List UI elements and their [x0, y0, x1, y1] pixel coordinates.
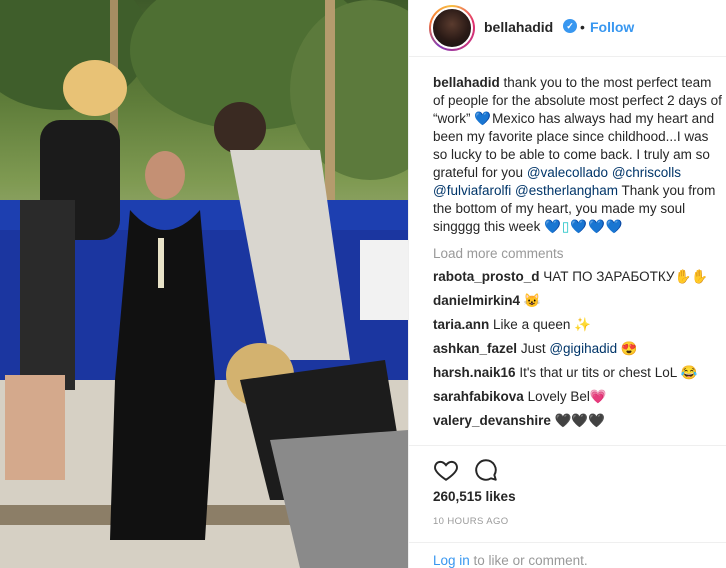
caption: bellahadid thank you to the most perfect…: [433, 74, 723, 236]
comment-username[interactable]: ashkan_fazel: [433, 341, 517, 356]
scroll-fade: [433, 434, 723, 444]
blue-heart-icon: 💙: [474, 111, 493, 126]
avatar[interactable]: [429, 5, 475, 51]
comment-item: ashkan_fazel Just @gigihadid 😍: [433, 340, 723, 357]
mention-link[interactable]: @fulviafarolfi: [433, 183, 511, 198]
caption-username[interactable]: bellahadid: [433, 75, 500, 90]
cat-emoji-icon: 😺: [523, 293, 541, 308]
blue-hearts-icon: 💙▯💙💙💙: [544, 219, 624, 234]
photo-illustration: [0, 0, 408, 568]
header-username[interactable]: bellahadid: [484, 19, 553, 35]
post-photo[interactable]: [0, 0, 408, 568]
comment-item: taria.ann Like a queen ✨: [433, 316, 723, 333]
comment-item: sarahfabikova Lovely Bel💗: [433, 388, 723, 405]
mention-link[interactable]: @chriscolls: [612, 165, 681, 180]
mention-link[interactable]: @gigihadid: [549, 341, 617, 356]
login-prompt: Log in to like or comment.: [409, 542, 726, 568]
heart-emoji-icon: 💗: [589, 389, 607, 404]
comment-text: Like a queen: [493, 317, 571, 332]
comment-text: ЧАТ ПО ЗАРАБОТКУ: [543, 269, 675, 284]
likes-count[interactable]: 260,515 likes: [433, 489, 516, 504]
comment-username[interactable]: danielmirkin4: [433, 293, 520, 308]
load-more-comments-button[interactable]: Load more comments: [433, 246, 723, 261]
comment-text: It's that ur tits or chest LoL: [519, 365, 677, 380]
comment-username[interactable]: rabota_prosto_d: [433, 269, 540, 284]
sparkles-emoji-icon: ✨: [574, 317, 591, 332]
verified-badge-icon: ✓: [563, 19, 577, 33]
comment-username[interactable]: valery_devanshire: [433, 413, 551, 428]
comment-item: valery_devanshire 🖤🖤🖤: [433, 412, 723, 429]
follow-button[interactable]: Follow: [590, 19, 634, 35]
comments-section[interactable]: bellahadid thank you to the most perfect…: [433, 74, 723, 444]
comment-text: Just: [520, 341, 546, 356]
mention-link[interactable]: @estherlangham: [515, 183, 618, 198]
hand-emoji-icon: ✋✋: [674, 269, 709, 284]
like-heart-icon[interactable]: [433, 457, 459, 483]
comment-bubble-icon[interactable]: [473, 457, 499, 483]
black-hearts-emoji-icon: 🖤🖤🖤: [554, 413, 606, 428]
comment-username[interactable]: sarahfabikova: [433, 389, 524, 404]
comment-text: Lovely Bel: [527, 389, 590, 404]
comment-username[interactable]: taria.ann: [433, 317, 489, 332]
comment-item: danielmirkin4 😺: [433, 292, 723, 309]
login-prompt-text: to like or comment.: [469, 553, 588, 568]
post-header: bellahadid ✓ • Follow: [409, 0, 726, 57]
post-sidebar: bellahadid ✓ • Follow bellahadid thank y…: [408, 0, 726, 568]
heart-eyes-emoji-icon: 😍: [620, 341, 638, 356]
mention-link[interactable]: @valecollado: [527, 165, 608, 180]
login-link[interactable]: Log in: [433, 553, 470, 568]
laughing-emoji-icon: 😂: [680, 365, 698, 380]
comment-item: rabota_prosto_d ЧАТ ПО ЗАРАБОТКУ✋✋: [433, 268, 723, 285]
post-timestamp[interactable]: 10 HOURS AGO: [433, 516, 509, 527]
comment-username[interactable]: harsh.naik16: [433, 365, 516, 380]
separator-dot: •: [580, 19, 585, 35]
comment-item: harsh.naik16 It's that ur tits or chest …: [433, 364, 723, 381]
post-actions: 260,515 likes 10 HOURS AGO Log in to lik…: [409, 445, 726, 568]
